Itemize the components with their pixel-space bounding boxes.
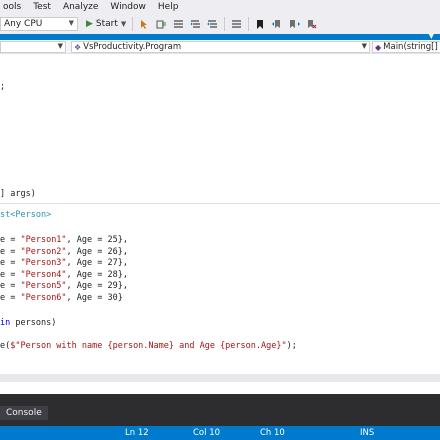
member-dropdown[interactable]: ◆ Main(string[]	[372, 41, 440, 53]
platform-dropdown[interactable]: Any CPU ▼	[0, 17, 78, 31]
bookmark-next-icon[interactable]	[289, 19, 301, 30]
navigation-bar: ▼ ❖ VsProductivity.Program ▼ ◆ Main(stri…	[0, 40, 440, 54]
code-line: st<Person>	[0, 210, 52, 220]
tab-console-label: Console	[6, 408, 42, 418]
toolbar-separator	[248, 17, 250, 31]
editor-horizontal-scrollbar[interactable]	[0, 374, 440, 382]
menu-window[interactable]: Window	[104, 2, 152, 12]
code-line-person-3: e = "Person3", Age = 27},	[0, 258, 128, 268]
project-dropdown[interactable]: ▼	[0, 41, 66, 53]
play-icon: ▶	[86, 19, 93, 29]
status-insert-mode[interactable]: INS	[360, 427, 374, 439]
code-line-person-4: e = "Person4", Age = 28},	[0, 270, 128, 280]
code-line-person-1: e = "Person1", Age = 25},	[0, 235, 128, 245]
code-line-writeline: e($"Person with name {person.Name} and A…	[0, 341, 297, 351]
chevron-down-icon: ▼	[361, 42, 367, 50]
menu-bar: ools Test Analyze Window Help	[0, 0, 440, 14]
menu-tools[interactable]: ools	[0, 2, 27, 12]
chevron-down-icon: ▼	[68, 19, 74, 27]
toolbar-separator	[224, 17, 226, 31]
panel-tab-bar: Console	[0, 402, 440, 426]
bookmark-icon[interactable]	[255, 19, 266, 30]
tab-console[interactable]: Console	[0, 406, 48, 420]
start-label: Start	[95, 19, 118, 29]
class-icon: ❖	[74, 42, 82, 52]
status-line[interactable]: Ln 12	[125, 427, 149, 439]
code-line-person-5: e = "Person5", Age = 29},	[0, 281, 128, 291]
toolbar: Any CPU ▼ ▶ Start ▼	[0, 14, 440, 34]
class-dropdown[interactable]: ❖ VsProductivity.Program ▼	[71, 41, 370, 53]
toolbar-separator	[132, 17, 134, 31]
code-editor[interactable]: ; ] args) st<Person> e = "Person1", Age …	[0, 54, 440, 394]
status-char[interactable]: Ch 10	[260, 427, 285, 439]
code-line-foreach: in persons)	[0, 318, 57, 328]
chevron-down-icon: ▼	[57, 42, 63, 50]
chevron-down-icon[interactable]: ▼	[429, 32, 434, 40]
code-line-person-6: e = "Person6", Age = 30}	[0, 293, 123, 303]
menu-test[interactable]: Test	[27, 2, 57, 12]
status-column[interactable]: Col 10	[193, 427, 220, 439]
align-right-icon[interactable]	[207, 19, 218, 30]
class-value: VsProductivity.Program	[83, 42, 182, 52]
comment-icon[interactable]	[231, 19, 242, 30]
menu-analyze[interactable]: Analyze	[57, 2, 104, 12]
cursor-icon[interactable]	[139, 19, 150, 30]
code-line-person-2: e = "Person2", Age = 26},	[0, 247, 128, 257]
start-button[interactable]: ▶ Start ▼	[86, 19, 126, 29]
menu-help[interactable]: Help	[152, 2, 185, 12]
code-line: ] args)	[0, 189, 36, 199]
align-left-icon[interactable]	[190, 19, 201, 30]
panel-header	[0, 394, 440, 402]
bookmark-clear-icon[interactable]	[306, 19, 317, 30]
status-bar: Ln 12 Col 10 Ch 10 INS	[0, 426, 440, 440]
chevron-down-icon: ▼	[120, 20, 127, 28]
list-icon[interactable]	[173, 19, 184, 30]
method-icon: ◆	[375, 42, 382, 52]
attach-icon[interactable]	[156, 19, 167, 30]
member-value: Main(string[]	[383, 42, 438, 52]
bookmark-prev-icon[interactable]	[272, 19, 283, 30]
editor-divider	[0, 203, 440, 204]
code-line: ;	[0, 82, 6, 92]
platform-value: Any CPU	[4, 19, 43, 29]
